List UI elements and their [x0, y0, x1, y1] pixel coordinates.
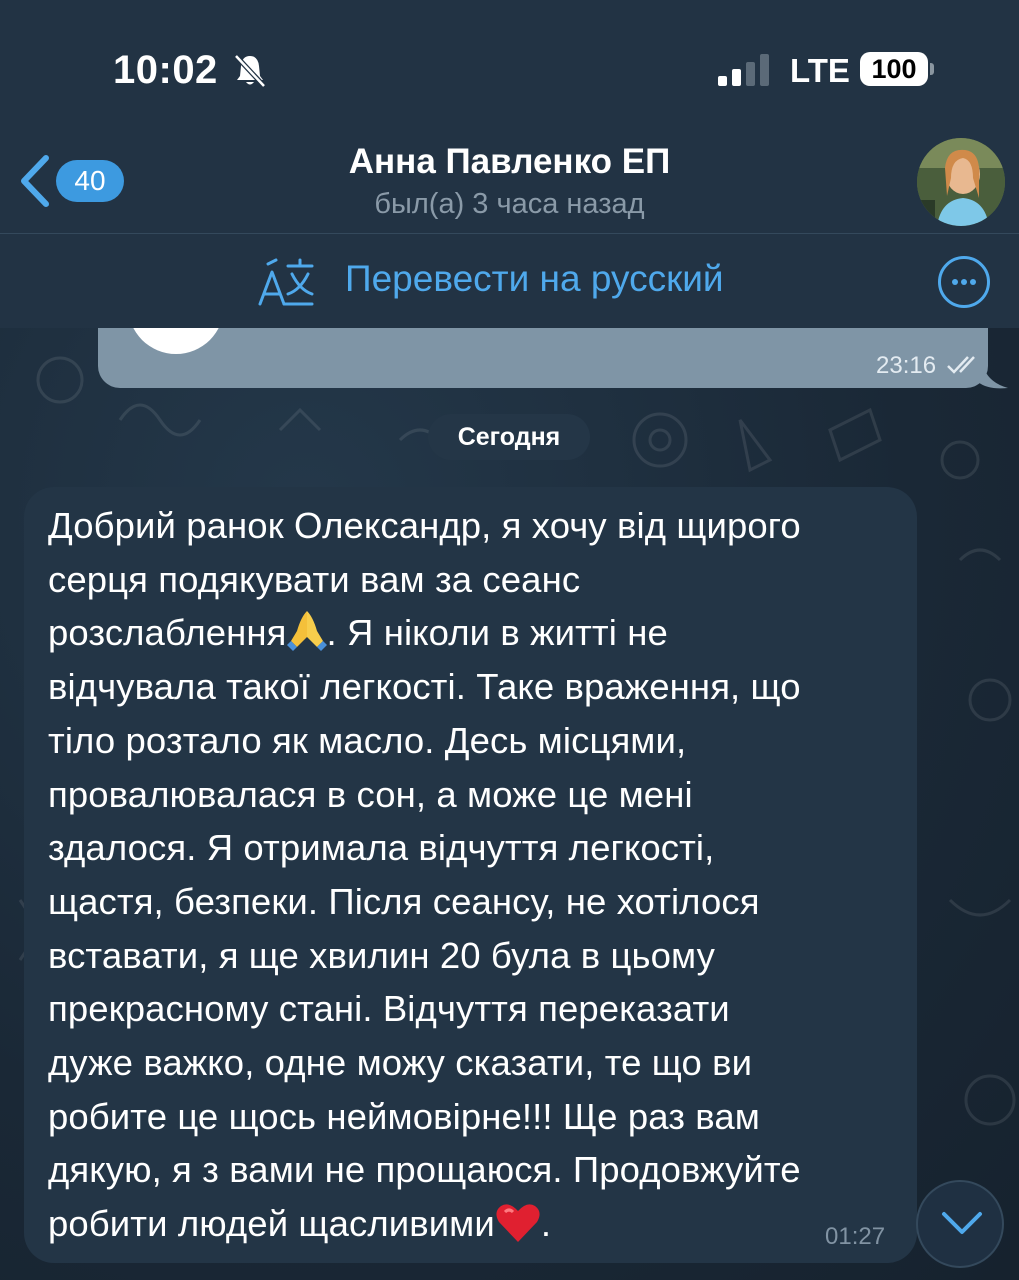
more-icon[interactable] [938, 256, 990, 308]
message-line: робите це щось неймовірне!!! Ще раз вам [48, 1095, 760, 1137]
battery-tip [930, 63, 934, 75]
translate-icon [258, 258, 314, 306]
message-fragment: . [540, 1203, 552, 1245]
message-line: прекрасному стані. Відчуття переказати [48, 988, 730, 1030]
translate-button[interactable]: Перевести на русский [345, 258, 724, 300]
message-line: розслаблення . Я ніколи в житті не [48, 606, 908, 660]
message-line: Добрий ранок Олександр, я хочу від щирог… [48, 505, 801, 546]
message-line: робити людей щасливими . [48, 1197, 908, 1251]
message-line: дякую, я з вами не прощаюся. Продовжуйте [48, 1149, 801, 1191]
message-fragment: . Я ніколи в житті не [326, 612, 668, 654]
signal-icon [718, 54, 769, 86]
battery-indicator: 100 [860, 52, 928, 86]
folded-hands-emoji-icon [286, 611, 327, 652]
message-text: Добрий ранок Олександр, я хочу від щирог… [48, 499, 908, 1251]
message-line: провалювалася в сон, а може це мені [48, 773, 693, 815]
contact-last-seen: был(а) 3 часа назад [374, 188, 645, 220]
outgoing-message-time: 23:16 [876, 352, 937, 379]
avatar-photo [917, 138, 1005, 226]
chevron-down-icon [942, 1212, 982, 1234]
message-line: дуже важко, одне можу сказати, те що ви [48, 1042, 753, 1084]
red-heart-emoji-icon [496, 1204, 540, 1243]
message-line: щастя, безпеки. Після сеансу, не хотілос… [48, 880, 760, 922]
more-dots [952, 279, 976, 285]
network-type: LTE [790, 52, 850, 89]
incoming-message-bubble[interactable]: Добрий ранок Олександр, я хочу від щирог… [24, 487, 917, 1263]
message-line: вставати, я ще хвилин 20 була в цьому [48, 934, 715, 976]
incoming-message-time: 01:27 [825, 1223, 886, 1250]
double-check-icon [947, 356, 975, 374]
message-fragment: робити людей щасливими [48, 1203, 495, 1245]
date-separator: Сегодня [428, 414, 590, 460]
message-fragment: розслаблення [48, 612, 287, 654]
message-line: серця подякувати вам за сеанс [48, 558, 581, 600]
chat-header: 10:02 LTE 100 40 Анна Павленко ЕП был(а)… [0, 0, 1019, 328]
message-line: здалося. Я отримала відчуття легкості, [48, 827, 715, 869]
avatar[interactable] [917, 138, 1005, 226]
contact-name[interactable]: Анна Павленко ЕП [0, 142, 1019, 182]
translate-bar[interactable]: Перевести на русский [0, 234, 1019, 328]
bell-slash-icon [234, 54, 266, 88]
nav-bar: 40 Анна Павленко ЕП был(а) 3 часа назад [0, 110, 1019, 234]
message-line: відчувала такої легкості. Таке враження,… [48, 666, 801, 708]
message-line: тіло розтало як масло. Десь місцями, [48, 719, 687, 761]
status-time: 10:02 [113, 48, 218, 92]
scroll-to-bottom-button[interactable] [916, 1180, 1004, 1268]
status-bar: 10:02 LTE 100 [0, 0, 1019, 110]
outgoing-message-bubble[interactable] [98, 328, 988, 388]
